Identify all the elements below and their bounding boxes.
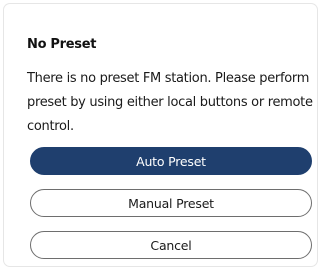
dialog-message: There is no preset FM station. Please pe… [27, 71, 313, 134]
manual-preset-button[interactable]: Manual Preset [30, 189, 312, 217]
dialog-title: No Preset [27, 37, 97, 52]
no-preset-dialog: No Preset There is no preset FM station.… [4, 4, 317, 266]
auto-preset-button[interactable]: Auto Preset [30, 147, 312, 175]
cancel-button[interactable]: Cancel [30, 231, 312, 259]
